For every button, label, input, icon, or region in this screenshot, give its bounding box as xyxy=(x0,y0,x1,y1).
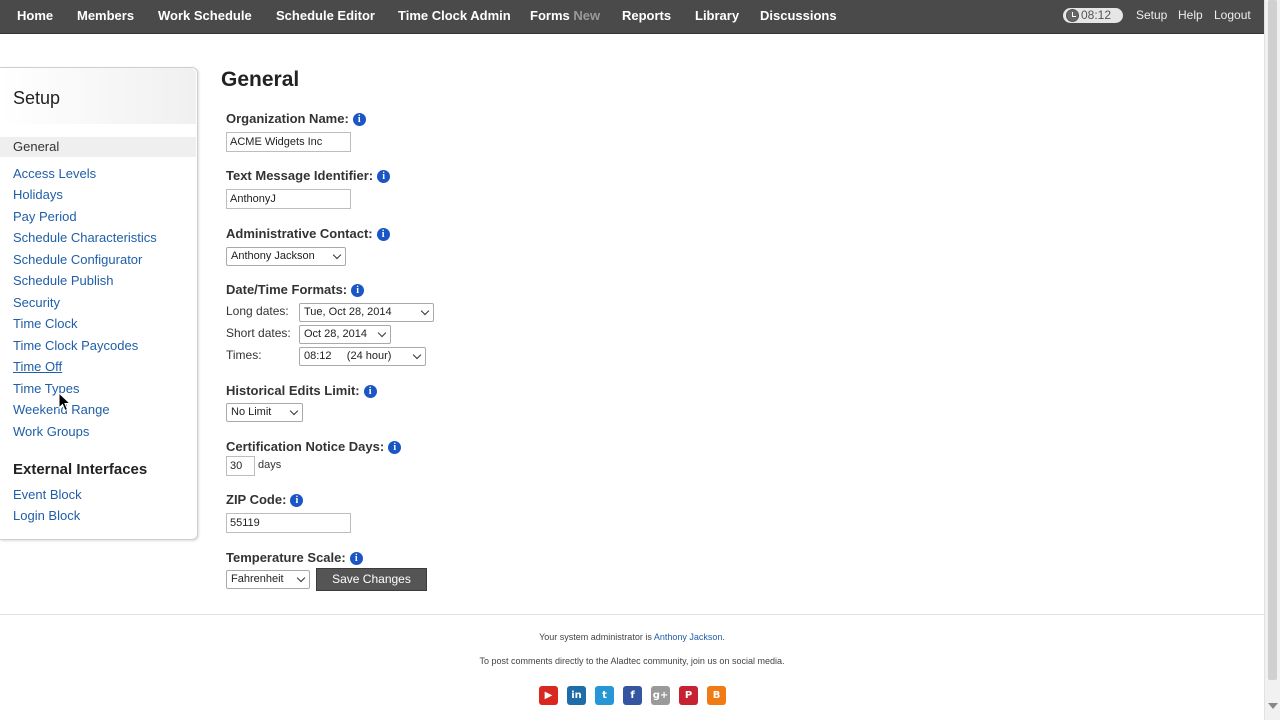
top-nav-bar: Home Members Work Schedule Schedule Edit… xyxy=(0,0,1264,34)
text-message-id-input[interactable]: AnthonyJ xyxy=(226,189,351,209)
short-dates-label: Short dates: xyxy=(226,326,291,340)
sidebar-item-security[interactable]: Security xyxy=(13,295,60,310)
admin-name-link[interactable]: Anthony Jackson xyxy=(654,632,723,642)
sidebar-item-pay-period[interactable]: Pay Period xyxy=(13,209,77,224)
info-icon[interactable]: i xyxy=(349,552,363,565)
nav-work-schedule[interactable]: Work Schedule xyxy=(158,0,252,34)
historical-edits-select[interactable]: No Limit xyxy=(226,403,303,422)
chevron-down-icon xyxy=(332,250,342,260)
nav-reports[interactable]: Reports xyxy=(622,0,671,34)
setup-sidebar: Setup General Access Levels Holidays Pay… xyxy=(0,67,198,540)
save-changes-button[interactable]: Save Changes xyxy=(316,568,427,591)
footer-divider xyxy=(0,614,1264,615)
info-icon[interactable]: i xyxy=(352,113,366,126)
cert-notice-label: Certification Notice Days: i xyxy=(226,439,402,454)
twitter-icon[interactable]: t xyxy=(595,686,614,705)
page-title: General xyxy=(221,68,300,91)
info-icon[interactable]: i xyxy=(377,170,391,183)
sidebar-item-time-off[interactable]: Time Off xyxy=(13,359,62,374)
nav-members[interactable]: Members xyxy=(77,0,134,34)
clock-icon xyxy=(1066,9,1079,22)
time-clock-pill[interactable]: 08:12 xyxy=(1063,8,1123,23)
nav-schedule-editor[interactable]: Schedule Editor xyxy=(276,0,375,34)
historical-edits-label: Historical Edits Limit: i xyxy=(226,383,377,398)
chevron-down-icon xyxy=(412,350,422,360)
nav-discussions[interactable]: Discussions xyxy=(760,0,837,34)
chevron-down-icon xyxy=(377,328,387,338)
sidebar-item-general[interactable]: General xyxy=(0,137,196,157)
new-badge: New xyxy=(573,8,601,23)
zip-code-label: ZIP Code: i xyxy=(226,492,304,507)
blogger-icon[interactable]: B xyxy=(707,686,726,705)
pinterest-icon[interactable]: P xyxy=(679,686,698,705)
nav-home[interactable]: Home xyxy=(17,0,53,34)
org-name-input[interactable]: ACME Widgets Inc xyxy=(226,132,351,152)
temperature-scale-label: Temperature Scale: i xyxy=(226,550,363,565)
sidebar-header: Setup xyxy=(0,68,196,124)
datetime-formats-label: Date/Time Formats: i xyxy=(226,282,365,297)
nav-setup[interactable]: Setup xyxy=(1136,0,1167,34)
times-select[interactable]: 08:12 (24 hour) xyxy=(299,347,426,366)
nav-time-clock-admin[interactable]: Time Clock Admin xyxy=(398,0,511,34)
info-icon[interactable]: i xyxy=(351,284,365,297)
long-dates-select[interactable]: Tue, Oct 28, 2014 xyxy=(299,303,434,322)
youtube-icon[interactable]: ▶ xyxy=(539,686,558,705)
sidebar-item-access-levels[interactable]: Access Levels xyxy=(13,166,96,181)
short-dates-select[interactable]: Oct 28, 2014 xyxy=(299,325,391,344)
times-label: Times: xyxy=(226,348,262,362)
admin-contact-label: Administrative Contact: i xyxy=(226,226,390,241)
sidebar-item-holidays[interactable]: Holidays xyxy=(13,187,63,202)
clock-time: 08:12 xyxy=(1081,8,1112,22)
org-name-label: Organization Name: i xyxy=(226,111,366,126)
admin-contact-select[interactable]: Anthony Jackson xyxy=(226,247,346,266)
footer-admin-line: Your system administrator is Anthony Jac… xyxy=(539,632,725,642)
scroll-down-arrow-icon[interactable] xyxy=(1268,703,1278,709)
info-icon[interactable]: i xyxy=(388,441,402,454)
mouse-pointer-icon xyxy=(58,392,72,412)
sidebar-item-schedule-configurator[interactable]: Schedule Configurator xyxy=(13,252,142,267)
sidebar-item-time-clock-paycodes[interactable]: Time Clock Paycodes xyxy=(13,338,138,353)
sidebar-item-time-clock[interactable]: Time Clock xyxy=(13,316,78,331)
sidebar-item-label: General xyxy=(13,139,60,154)
googleplus-icon[interactable]: g+ xyxy=(651,686,670,705)
nav-library[interactable]: Library xyxy=(695,0,739,34)
vertical-scrollbar[interactable] xyxy=(1264,0,1280,720)
sidebar-title: Setup xyxy=(13,88,61,108)
sidebar-item-event-block[interactable]: Event Block xyxy=(13,487,82,502)
cert-notice-unit: days xyxy=(258,459,282,471)
long-dates-label: Long dates: xyxy=(226,304,289,318)
linkedin-icon[interactable]: in xyxy=(567,686,586,705)
sidebar-item-work-groups[interactable]: Work Groups xyxy=(13,424,89,439)
temperature-scale-select[interactable]: Fahrenheit xyxy=(226,570,310,589)
sidebar-item-schedule-characteristics[interactable]: Schedule Characteristics xyxy=(13,230,157,245)
chevron-down-icon xyxy=(296,573,306,583)
scrollbar-thumb[interactable] xyxy=(1268,0,1277,680)
nav-logout[interactable]: Logout xyxy=(1214,0,1251,34)
sidebar-item-schedule-publish[interactable]: Schedule Publish xyxy=(13,273,113,288)
info-icon[interactable]: i xyxy=(290,494,304,507)
facebook-icon[interactable]: f xyxy=(623,686,642,705)
text-message-id-label: Text Message Identifier: i xyxy=(226,168,391,183)
chevron-down-icon xyxy=(289,406,299,416)
chevron-down-icon xyxy=(420,306,430,316)
info-icon[interactable]: i xyxy=(376,228,390,241)
zip-code-input[interactable]: 55119 xyxy=(226,513,351,533)
sidebar-item-login-block[interactable]: Login Block xyxy=(13,508,80,523)
footer-social-text: To post comments directly to the Aladtec… xyxy=(479,656,785,666)
cert-notice-days-input[interactable]: 30 xyxy=(226,456,255,476)
nav-forms[interactable]: Forms New xyxy=(530,0,600,34)
nav-forms-label: Forms xyxy=(530,8,570,23)
info-icon[interactable]: i xyxy=(363,385,377,398)
sidebar-section-external-interfaces: External Interfaces xyxy=(13,461,148,478)
nav-help[interactable]: Help xyxy=(1178,0,1203,34)
